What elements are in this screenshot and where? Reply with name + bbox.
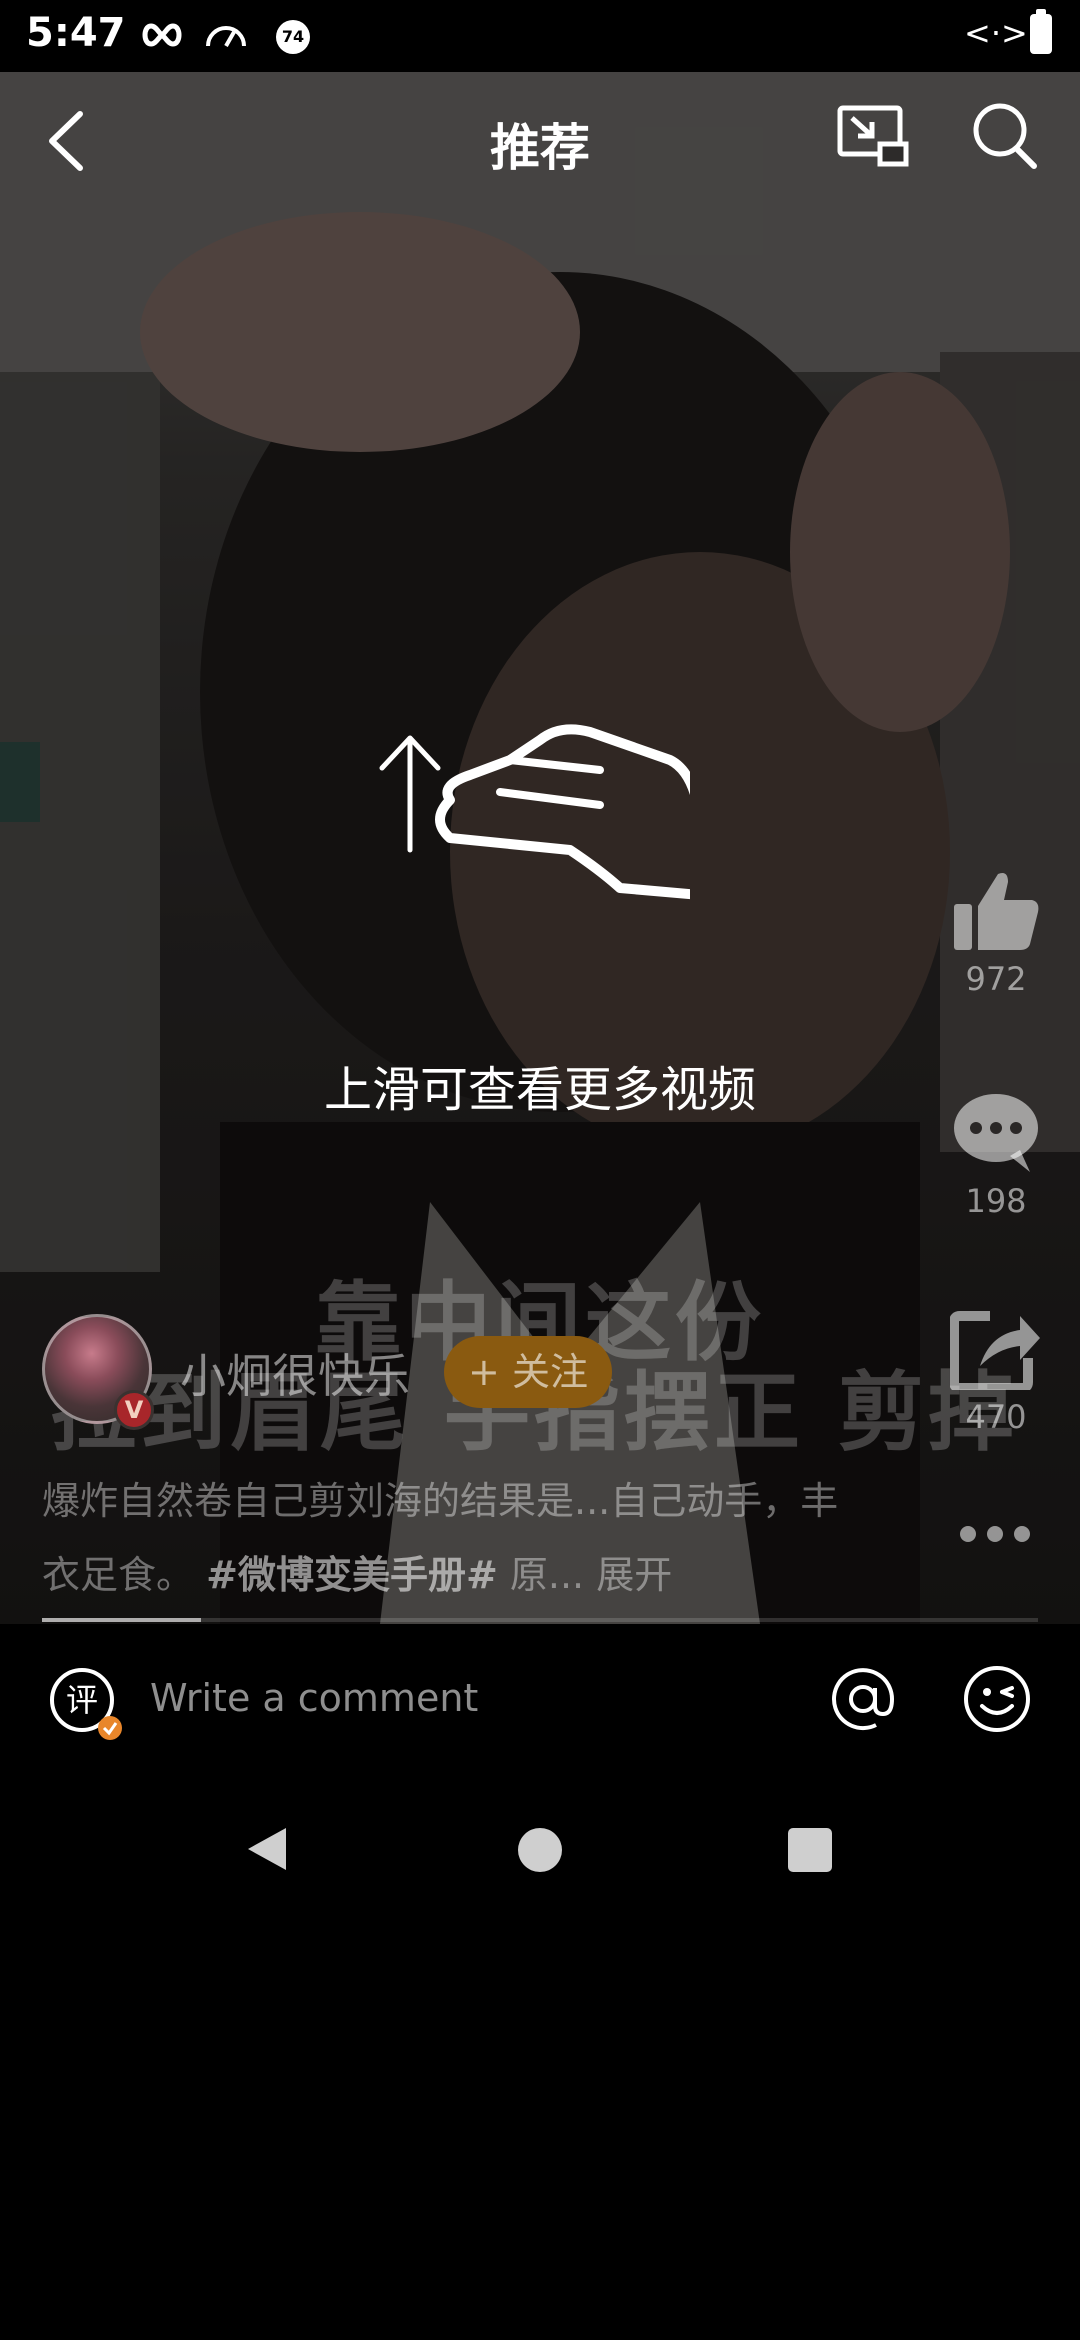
like-count: 972 [965, 960, 1027, 998]
infinity-icon [142, 23, 182, 47]
playback-progress-bar[interactable] [42, 1618, 1038, 1622]
nav-recents-icon[interactable] [788, 1828, 832, 1872]
comment-compose-icon[interactable]: 评 [48, 1666, 124, 1742]
nav-home-icon[interactable] [518, 1828, 562, 1872]
verified-badge: V [114, 1390, 154, 1430]
status-time: 5:47 [26, 10, 126, 56]
comment-compose-char: 评 [66, 1681, 98, 1719]
like-button[interactable]: 972 [950, 868, 1042, 998]
follow-button[interactable]: + 关注 [444, 1336, 612, 1408]
emoji-icon[interactable] [962, 1664, 1032, 1734]
status-bar: 5:47 74 <·> [0, 0, 1080, 72]
speech-bubble-icon [954, 1094, 1038, 1172]
swipe-up-hand-icon [379, 724, 690, 900]
video-description[interactable]: 爆炸自然卷自己剪刘海的结果是...自己动手，丰衣足食。 #微博变美手册# 原..… [42, 1464, 842, 1612]
description-hashtag[interactable]: #微博变美手册# [206, 1553, 498, 1597]
mention-at-icon[interactable] [830, 1664, 896, 1734]
more-options-icon[interactable] [958, 1522, 1032, 1546]
search-icon[interactable] [970, 100, 1040, 172]
comment-count: 198 [965, 1182, 1027, 1220]
data-transfer-icon: <·> [964, 14, 1028, 52]
expand-link[interactable]: 展开 [596, 1553, 672, 1597]
page-title-text[interactable]: 推荐 [490, 119, 590, 177]
battery-icon [1030, 9, 1052, 54]
comment-bar: 评 Write a comment [0, 1624, 1080, 1780]
author-name[interactable]: 小炯很快乐 [180, 1340, 410, 1406]
back-icon[interactable] [40, 106, 96, 176]
comment-input[interactable]: Write a comment [150, 1676, 478, 1720]
system-nav-bar [0, 1780, 1080, 1916]
nav-back-icon[interactable] [242, 1824, 292, 1874]
share-count: 470 [965, 1398, 1027, 1436]
share-button[interactable]: 470 [949, 1306, 1042, 1436]
picture-in-picture-icon[interactable] [836, 104, 910, 170]
playback-progress-fill [42, 1618, 202, 1622]
share-icon [949, 1311, 1040, 1393]
badge-number: 74 [281, 27, 305, 46]
swipe-up-hint-text: 上滑可查看更多视频 [323, 1062, 756, 1118]
comment-button[interactable]: 198 [950, 1090, 1042, 1220]
notification-badge-icon: 74 [276, 20, 310, 54]
thumbs-up-icon [954, 873, 1039, 950]
description-tail: 原... [509, 1553, 585, 1597]
speedometer-icon [206, 26, 246, 47]
